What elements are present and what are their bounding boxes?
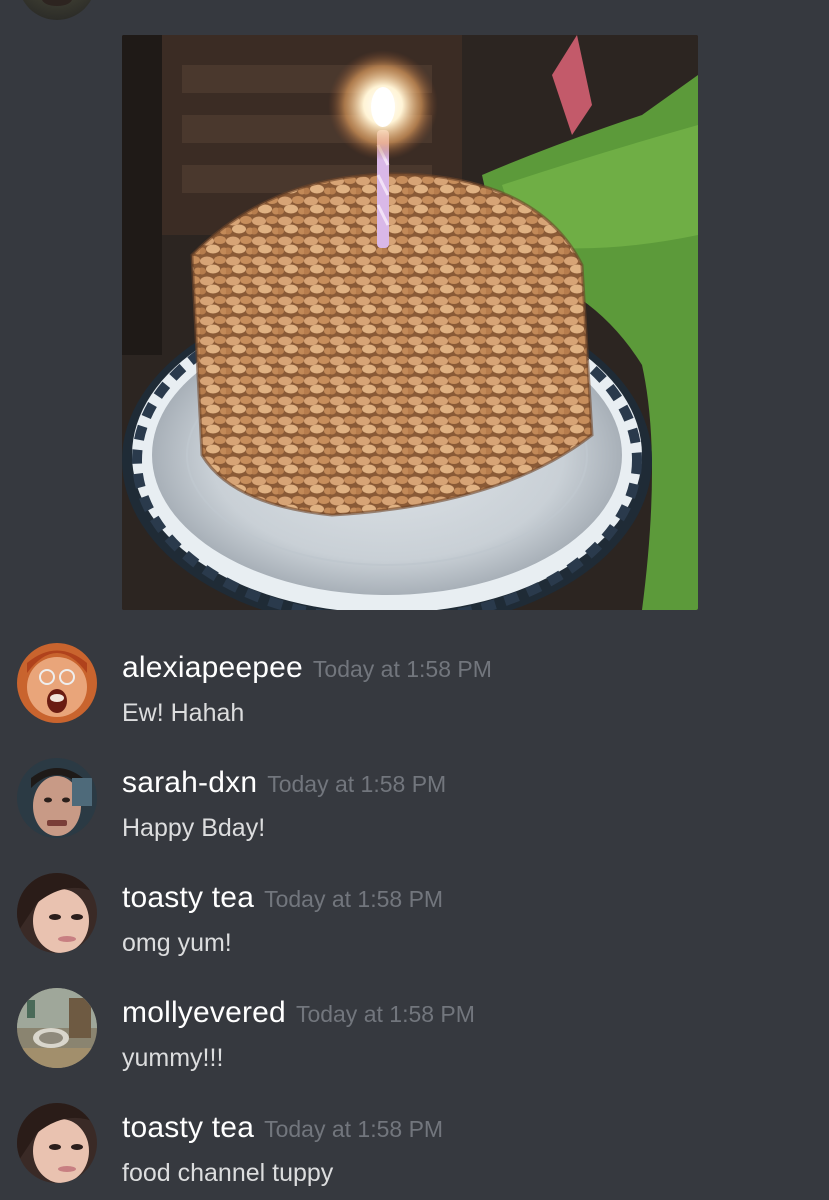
avatar-beard — [42, 0, 72, 6]
bathroom-photo-avatar — [17, 988, 97, 1068]
username[interactable]: toasty tea — [122, 881, 254, 914]
avatar[interactable] — [17, 988, 97, 1068]
message-text: Happy Bday! — [122, 814, 266, 842]
message-header: alexiapeepee Today at 1:58 PM — [122, 651, 492, 685]
message-header: mollyevered Today at 1:58 PM — [122, 996, 475, 1030]
message: toasty tea Today at 1:58 PM food channel … — [0, 1103, 829, 1200]
message-text: Ew! Hahah — [122, 699, 245, 727]
username[interactable]: toasty tea — [122, 1111, 254, 1144]
message-header: sarah-dxn Today at 1:58 PM — [122, 766, 446, 800]
username[interactable]: sarah-dxn — [122, 766, 257, 799]
timestamp[interactable]: Today at 1:58 PM — [296, 1001, 475, 1027]
avatar[interactable] — [18, 0, 96, 20]
avatar[interactable] — [17, 873, 97, 953]
cake-photo — [122, 35, 698, 610]
woman-face-avatar — [17, 873, 97, 953]
message: toasty tea Today at 1:58 PM omg yum! — [0, 873, 829, 973]
avatar[interactable] — [17, 758, 97, 838]
woman-face-avatar — [17, 1103, 97, 1183]
username[interactable]: alexiapeepee — [122, 651, 303, 684]
image-attachment[interactable] — [122, 35, 698, 610]
message-text: food channel tuppy — [122, 1159, 334, 1187]
chat-messages: alexiapeepee Today at 1:58 PM Ew! Hahah s… — [0, 0, 829, 1200]
man-face-avatar — [17, 758, 97, 838]
message-header: toasty tea Today at 1:58 PM — [122, 1111, 443, 1145]
timestamp[interactable]: Today at 1:58 PM — [267, 771, 446, 797]
message-header: toasty tea Today at 1:58 PM — [122, 881, 443, 915]
timestamp[interactable]: Today at 1:58 PM — [264, 886, 443, 912]
message: sarah-dxn Today at 1:58 PM Happy Bday! — [0, 758, 829, 858]
timestamp[interactable]: Today at 1:58 PM — [313, 656, 492, 682]
timestamp[interactable]: Today at 1:58 PM — [264, 1116, 443, 1142]
message: mollyevered Today at 1:58 PM yummy!!! — [0, 988, 829, 1088]
username[interactable]: mollyevered — [122, 996, 286, 1029]
message-text: yummy!!! — [122, 1044, 224, 1072]
avatar[interactable] — [17, 643, 97, 723]
avatar[interactable] — [17, 1103, 97, 1183]
message-text: omg yum! — [122, 929, 232, 957]
message: alexiapeepee Today at 1:58 PM Ew! Hahah — [0, 643, 829, 743]
screaming-face-avatar — [17, 643, 97, 723]
